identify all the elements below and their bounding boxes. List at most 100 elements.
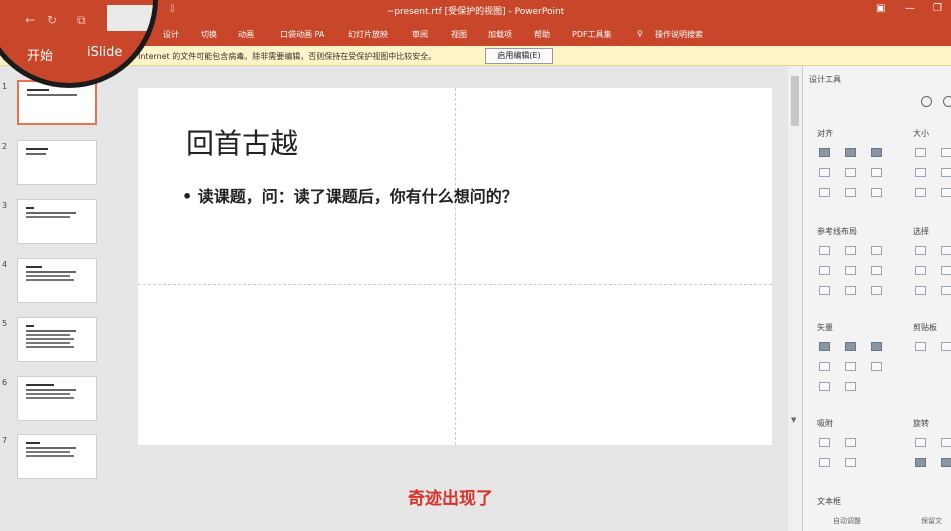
tab-slideshow[interactable]: 幻灯片放映: [348, 29, 388, 40]
guide-layout-icon[interactable]: [845, 286, 856, 295]
enable-editing-button[interactable]: 启用编辑(E): [485, 48, 553, 64]
tab-view[interactable]: 视图: [451, 29, 467, 40]
slide-thumbnail-4[interactable]: 4: [0, 258, 113, 308]
select-option-icon[interactable]: [941, 286, 951, 295]
align-middle-icon[interactable]: [845, 168, 856, 177]
thumbnail-image[interactable]: [17, 434, 97, 479]
combine-shapes-icon[interactable]: [845, 342, 856, 351]
align-left-icon[interactable]: [819, 148, 830, 157]
guide-left-icon[interactable]: [819, 246, 830, 255]
thumbnail-number: 1: [2, 82, 8, 91]
slide-title[interactable]: 回首古越: [186, 122, 298, 162]
edit-points-icon[interactable]: [871, 362, 882, 371]
slide-thumbnail-3[interactable]: 3: [0, 199, 113, 249]
vector-tool-icon[interactable]: [819, 382, 830, 391]
lightbulb-icon: ♀: [637, 29, 643, 38]
select-all-icon[interactable]: [915, 286, 926, 295]
subtract-shapes-icon[interactable]: [845, 362, 856, 371]
section-guides: 参考线布局: [817, 227, 857, 236]
size-option-icon[interactable]: [941, 188, 951, 197]
thumbnail-image[interactable]: [17, 140, 97, 185]
tab-animations[interactable]: 动画: [238, 29, 254, 40]
tab-addins[interactable]: 加载项: [488, 29, 512, 40]
tab-home[interactable]: 开始: [27, 45, 53, 64]
thumbnail-image[interactable]: [17, 258, 97, 303]
slide-thumbnail-7[interactable]: 7: [0, 434, 113, 484]
select-option-icon[interactable]: [941, 266, 951, 275]
panel-title: 设计工具: [809, 75, 841, 84]
guide-bottom-icon[interactable]: [871, 266, 882, 275]
vector-tool-icon[interactable]: [845, 382, 856, 391]
snap-right-icon[interactable]: [845, 438, 856, 447]
snap-bottom-icon[interactable]: [845, 458, 856, 467]
flip-vertical-icon[interactable]: [915, 458, 926, 467]
copy-icon[interactable]: [915, 342, 926, 351]
help-icon[interactable]: [943, 96, 951, 107]
slide-bullet-text[interactable]: • 读课题，问：读了课题后，你有什么想问的？: [182, 183, 518, 207]
tab-pocket-animation[interactable]: 口袋动画 PA: [280, 29, 324, 40]
section-textbox: 文本框: [817, 497, 841, 506]
distribute-horizontal-icon[interactable]: [819, 188, 830, 197]
slide-thumbnail-1[interactable]: 1: [0, 80, 113, 130]
thumbnail-image[interactable]: [17, 376, 97, 421]
same-width-icon[interactable]: [915, 148, 926, 157]
snap-left-icon[interactable]: [819, 438, 830, 447]
flip-horizontal-icon[interactable]: [941, 458, 951, 467]
union-shapes-icon[interactable]: [819, 342, 830, 351]
minimize-icon[interactable]: —: [905, 3, 915, 14]
thumbnail-image[interactable]: [17, 199, 97, 244]
settings-icon[interactable]: [921, 96, 932, 107]
tab-pdf-tools[interactable]: PDF工具集: [572, 29, 612, 40]
paste-icon[interactable]: [941, 342, 951, 351]
slide-thumbnail-5[interactable]: 5: [0, 317, 113, 367]
guide-middle-icon[interactable]: [845, 266, 856, 275]
guide-top-icon[interactable]: [819, 266, 830, 275]
distribute-vertical-icon[interactable]: [845, 188, 856, 197]
guide-right-icon[interactable]: [871, 246, 882, 255]
size-option-icon[interactable]: [941, 168, 951, 177]
align-center-icon[interactable]: [845, 148, 856, 157]
fragment-shapes-icon[interactable]: [871, 342, 882, 351]
scrollbar-thumb[interactable]: [791, 76, 799, 126]
tab-design[interactable]: 设计: [163, 29, 179, 40]
tab-review[interactable]: 审阅: [412, 29, 428, 40]
tell-me-search[interactable]: 操作说明搜索: [655, 29, 703, 40]
horizontal-guide: [138, 284, 772, 285]
size-option-icon[interactable]: [941, 148, 951, 157]
align-right-icon[interactable]: [871, 148, 882, 157]
restore-icon[interactable]: ❐: [933, 3, 942, 14]
select-similar-icon[interactable]: [915, 246, 926, 255]
start-from-beginning-icon[interactable]: ⧉: [77, 13, 86, 28]
section-vector: 矢量: [817, 323, 833, 332]
current-slide[interactable]: 回首古越 • 读课题，问：读了课题后，你有什么想问的？: [138, 88, 772, 445]
select-option-icon[interactable]: [941, 246, 951, 255]
guide-layout-icon[interactable]: [871, 286, 882, 295]
slide-scrollbar[interactable]: ▼: [788, 66, 802, 531]
guide-layout-icon[interactable]: [819, 286, 830, 295]
undo-icon[interactable]: ←: [25, 13, 35, 27]
slide-edit-area: 回首古越 • 读课题，问：读了课题后，你有什么想问的？ 奇迹出现了: [113, 66, 788, 531]
tab-transitions[interactable]: 切换: [201, 29, 217, 40]
textbox-autofit-option[interactable]: 自动调整: [833, 516, 861, 526]
slide-thumbnail-6[interactable]: 6: [0, 376, 113, 426]
distribute-grid-icon[interactable]: [871, 188, 882, 197]
thumbnail-image[interactable]: [17, 317, 97, 362]
same-height-icon[interactable]: [915, 168, 926, 177]
same-size-icon[interactable]: [915, 188, 926, 197]
align-bottom-icon[interactable]: [871, 168, 882, 177]
rotate-right-icon[interactable]: [941, 438, 951, 447]
intersect-shapes-icon[interactable]: [819, 362, 830, 371]
slide-thumbnail-2[interactable]: 2: [0, 140, 113, 190]
snap-top-icon[interactable]: [819, 458, 830, 467]
ribbon-display-icon[interactable]: ▣: [876, 3, 885, 14]
rotate-left-icon[interactable]: [915, 438, 926, 447]
select-type-icon[interactable]: [915, 266, 926, 275]
align-top-icon[interactable]: [819, 168, 830, 177]
redo-icon[interactable]: ↻: [47, 13, 57, 27]
tab-islide[interactable]: iSlide: [87, 45, 122, 60]
tab-help[interactable]: 帮助: [534, 29, 550, 40]
guide-center-icon[interactable]: [845, 246, 856, 255]
textbox-keep-option[interactable]: 保留文: [921, 516, 942, 526]
scroll-down-icon[interactable]: ▼: [791, 416, 796, 424]
slide-thumbnails-pane: 1 2 3 4 5 6 7: [0, 66, 113, 531]
